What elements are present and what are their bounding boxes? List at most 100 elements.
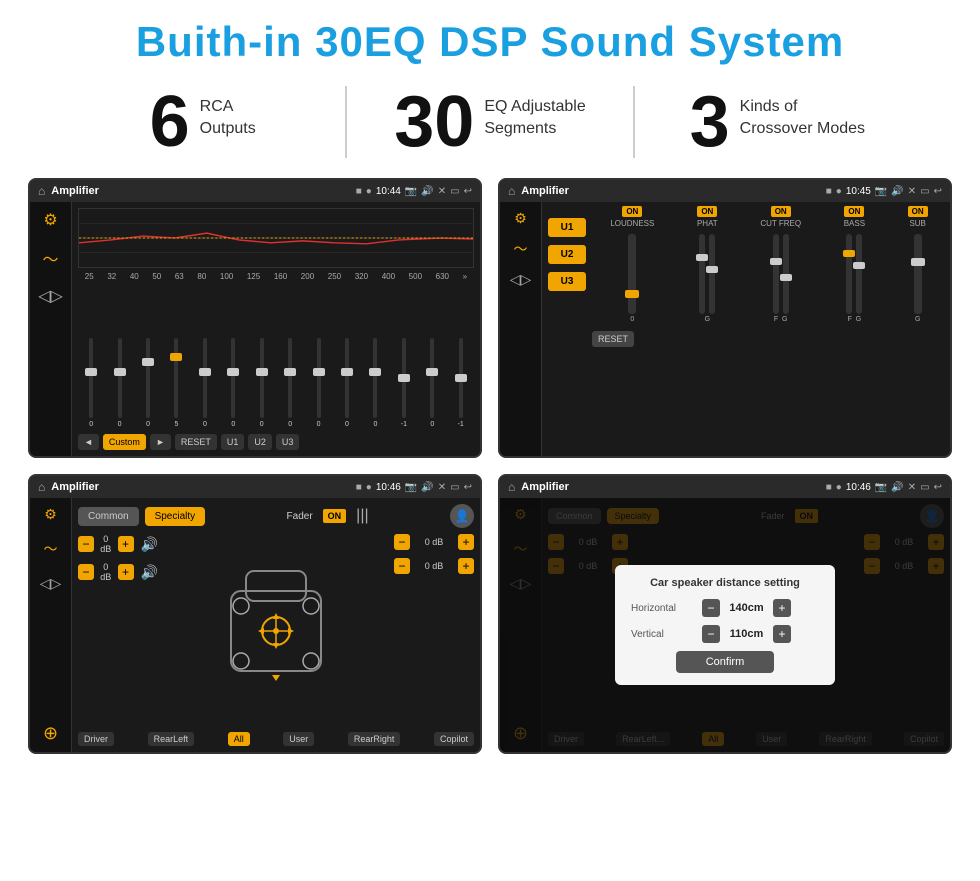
eq-u1-button[interactable]: U1	[221, 434, 245, 450]
dialog-rect-icon: ▭	[920, 482, 929, 493]
fader-camera-icon: 📷	[405, 482, 417, 493]
amp-status-bar: ⌂ Amplifier ■ ● 10:45 📷 🔊 ✕ ▭ ↩	[500, 180, 950, 202]
home-icon[interactable]: ⌂	[38, 184, 45, 198]
fader-left-bot-value: 0 dB	[97, 562, 115, 582]
fader-right-bot-plus[interactable]: +	[458, 558, 474, 574]
eq-screen-card: ⌂ Amplifier ■ ● 10:44 📷 🔊 ✕ ▭ ↩ ⚙ 〜 ◁▷	[28, 178, 482, 458]
rearright-button[interactable]: RearRight	[348, 732, 401, 746]
amp-wave-icon[interactable]: 〜	[514, 239, 528, 259]
fader-specialty-tab[interactable]: Specialty	[145, 507, 206, 526]
stat-eq: 30 EQ AdjustableSegments	[345, 86, 634, 158]
fader-right-bot-minus[interactable]: −	[394, 558, 410, 574]
eq-prev-button[interactable]: ◄	[78, 434, 99, 450]
eq-slider-1: 0	[78, 338, 104, 428]
stat-crossover-number: 3	[690, 86, 730, 158]
eq-speaker-icon[interactable]: ◁▷	[38, 286, 63, 306]
dialog-vertical-minus[interactable]: −	[702, 625, 720, 643]
fader-left-bot-plus[interactable]: +	[118, 564, 134, 580]
eq-play-button[interactable]: ►	[150, 434, 171, 450]
amp-vol-icon: 🔊	[891, 186, 903, 197]
dialog-vertical-plus[interactable]: +	[773, 625, 791, 643]
stat-crossover: 3 Kinds ofCrossover Modes	[635, 86, 920, 158]
fader-left-top-speaker: 🔊	[141, 536, 158, 553]
loudness-val: 0	[630, 316, 634, 323]
fader-expand-icon[interactable]: ⊕	[43, 723, 58, 744]
dialog-box: Car speaker distance setting Horizontal …	[615, 565, 835, 685]
amp-x-icon: ✕	[908, 186, 916, 197]
fader-vol-icon: 🔊	[421, 482, 433, 493]
amp-reset-button[interactable]: RESET	[592, 331, 634, 347]
fader-on-badge: ON	[323, 509, 347, 523]
dialog-horizontal-plus[interactable]: +	[773, 599, 791, 617]
dialog-status-bar: ⌂ Amplifier ■ ● 10:46 📷 🔊 ✕ ▭ ↩	[500, 476, 950, 498]
fader-home-icon[interactable]: ⌂	[38, 480, 45, 494]
amp-u1-button[interactable]: U1	[548, 218, 586, 237]
eq-rect-icon: ▭	[450, 186, 459, 197]
eq-custom-button[interactable]: Custom	[103, 434, 146, 450]
fader-wave-icon[interactable]: 〜	[44, 539, 58, 559]
amp-speaker-icon[interactable]: ◁▷	[510, 271, 532, 288]
amp-back-icon[interactable]: ↩	[934, 186, 942, 197]
all-button[interactable]: All	[228, 732, 250, 746]
amp-u3-button[interactable]: U3	[548, 272, 586, 291]
phat-g-label: G	[705, 316, 710, 323]
page-title: Buith-in 30EQ DSP Sound System	[0, 0, 980, 76]
eq-reset-button[interactable]: RESET	[175, 434, 217, 450]
stat-rca: 6 RCAOutputs	[60, 86, 345, 158]
fader-rect-icon: ▭	[450, 482, 459, 493]
stat-rca-label: RCAOutputs	[200, 86, 256, 141]
stats-row: 6 RCAOutputs 30 EQ AdjustableSegments 3 …	[0, 76, 980, 172]
fader-left-top-db: − 0 dB + 🔊	[78, 534, 158, 554]
eq-back-icon[interactable]: ↩	[464, 186, 472, 197]
dialog-horizontal-minus[interactable]: −	[702, 599, 720, 617]
stat-eq-label: EQ AdjustableSegments	[484, 86, 585, 141]
cutfreq-on-badge: ON	[771, 206, 791, 217]
dialog-status-icons: ■ ● 10:46 📷 🔊 ✕ ▭ ↩	[826, 482, 942, 493]
fader-common-tab[interactable]: Common	[78, 507, 139, 526]
amp-main: U1 U2 U3 ON LOUDNESS 0	[542, 202, 950, 456]
eq-status-icons: ■ ● 10:44 📷 🔊 ✕ ▭ ↩	[356, 186, 472, 197]
dialog-title: Car speaker distance setting	[631, 577, 819, 589]
fader-right-controls: − 0 dB + − 0 dB +	[394, 534, 474, 728]
amp-u-buttons: U1 U2 U3	[542, 202, 592, 456]
fader-back-icon[interactable]: ↩	[464, 482, 472, 493]
confirm-button[interactable]: Confirm	[676, 651, 775, 673]
amp-home-icon[interactable]: ⌂	[508, 184, 515, 198]
loudness-label: LOUDNESS	[610, 219, 654, 228]
bass-fg-label: F G	[848, 316, 862, 323]
dialog-back-icon[interactable]: ↩	[934, 482, 942, 493]
dialog-horizontal-label: Horizontal	[631, 603, 696, 614]
eq-slider-5: 0	[192, 338, 218, 428]
amp-time: 10:45	[846, 186, 871, 197]
fader-right-top-minus[interactable]: −	[394, 534, 410, 550]
amp-filter-icon[interactable]: ⚙	[514, 210, 527, 227]
fader-left-top-value: 0 dB	[97, 534, 115, 554]
eq-u2-button[interactable]: U2	[248, 434, 272, 450]
phat-on-badge: ON	[697, 206, 717, 217]
fader-right-top-value: 0 dB	[413, 537, 455, 547]
loudness-on-badge: ON	[622, 206, 642, 217]
stat-crossover-label: Kinds ofCrossover Modes	[740, 86, 865, 141]
eq-filter-icon[interactable]: ⚙	[43, 210, 57, 230]
fader-left-bot-minus[interactable]: −	[78, 564, 94, 580]
fader-sliders-icon: |||	[356, 507, 368, 525]
fader-left-top-minus[interactable]: −	[78, 536, 94, 552]
dialog-home-icon[interactable]: ⌂	[508, 480, 515, 494]
fader-left-controls: − 0 dB + 🔊 − 0 dB + 🔊	[78, 534, 158, 728]
eq-slider-9: 0	[305, 338, 331, 428]
car-diagram-svg	[216, 561, 336, 701]
rearleft-button[interactable]: RearLeft	[148, 732, 195, 746]
fader-right-top-plus[interactable]: +	[458, 534, 474, 550]
fader-left-top-plus[interactable]: +	[118, 536, 134, 552]
fader-record-icon: ■	[356, 482, 362, 493]
eq-wave-icon[interactable]: 〜	[42, 246, 58, 270]
eq-u3-button[interactable]: U3	[276, 434, 300, 450]
amp-u2-button[interactable]: U2	[548, 245, 586, 264]
fader-filter-icon[interactable]: ⚙	[44, 506, 57, 523]
eq-graph	[78, 208, 474, 268]
fader-settings-icon[interactable]: 👤	[450, 504, 474, 528]
user-button[interactable]: User	[283, 732, 314, 746]
copilot-button[interactable]: Copilot	[434, 732, 474, 746]
fader-speaker-icon[interactable]: ◁▷	[40, 575, 62, 592]
driver-button[interactable]: Driver	[78, 732, 114, 746]
